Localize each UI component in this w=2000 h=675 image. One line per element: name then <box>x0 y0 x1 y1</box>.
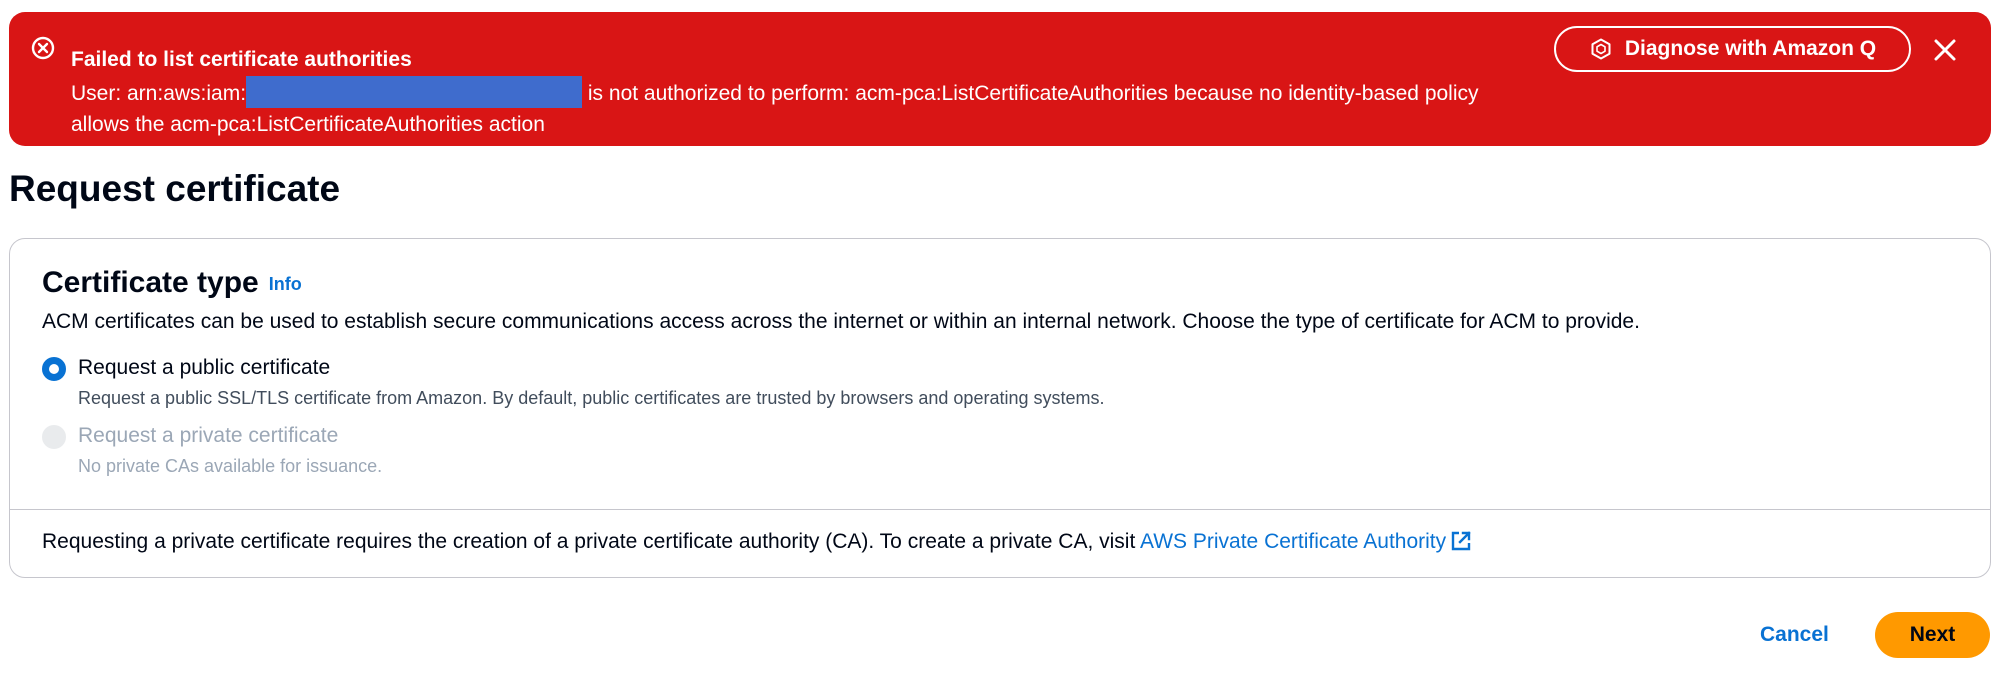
info-link[interactable]: Info <box>269 274 302 294</box>
private-certificate-label: Request a private certificate <box>78 424 339 447</box>
diagnose-button-label: Diagnose with Amazon Q <box>1624 37 1877 60</box>
aws-private-ca-link[interactable]: AWS Private Certificate Authority <box>1140 530 1472 553</box>
public-certificate-label[interactable]: Request a public certificate <box>78 351 1104 385</box>
private-ca-note: Requesting a private certificate require… <box>42 527 1472 557</box>
diagnose-with-amazon-q-button[interactable]: Diagnose with Amazon Q <box>1554 26 1911 72</box>
next-button[interactable]: Next <box>1875 612 1990 658</box>
section-title-text: Certificate type <box>42 266 259 299</box>
private-certificate-description: No private CAs available for issuance. <box>78 456 383 476</box>
public-certificate-text: Request a public certificate Request a p… <box>78 351 1104 411</box>
error-flashbar: Failed to list certificate authorities U… <box>9 12 1991 146</box>
flash-message-prefix: User: arn:aws:iam: <box>71 82 247 105</box>
aws-private-ca-link-label[interactable]: AWS Private Certificate Authority <box>1140 530 1446 553</box>
page-title: Request certificate <box>9 168 341 209</box>
container-divider <box>10 509 1990 510</box>
flash-message: User: arn:aws:iam: is not authorized to … <box>71 76 1511 140</box>
redacted-account-id <box>246 76 583 108</box>
section-description: ACM certificates can be used to establis… <box>42 310 1640 333</box>
section-title: Certificate type Info <box>42 263 302 304</box>
close-icon[interactable] <box>1931 36 1959 64</box>
external-link-icon <box>1451 531 1471 551</box>
cancel-button[interactable]: Cancel <box>1748 612 1841 658</box>
option-public-certificate[interactable]: Request a public certificate Request a p… <box>42 351 1104 411</box>
certificate-type-container: Certificate type Info ACM certificates ca… <box>9 238 1991 578</box>
private-certificate-text: Request a private certificate No private… <box>78 419 382 479</box>
option-private-certificate: Request a private certificate No private… <box>42 419 382 479</box>
flash-title: Failed to list certificate authorities <box>71 48 412 71</box>
amazon-q-icon <box>1591 38 1611 60</box>
private-certificate-radio <box>42 425 66 449</box>
private-ca-note-text: Requesting a private certificate require… <box>42 530 1136 553</box>
next-button-label: Next <box>1909 623 1956 646</box>
error-circle-icon <box>31 36 55 60</box>
public-certificate-description: Request a public SSL/TLS certificate fro… <box>78 388 1105 408</box>
public-certificate-radio[interactable] <box>42 357 66 381</box>
